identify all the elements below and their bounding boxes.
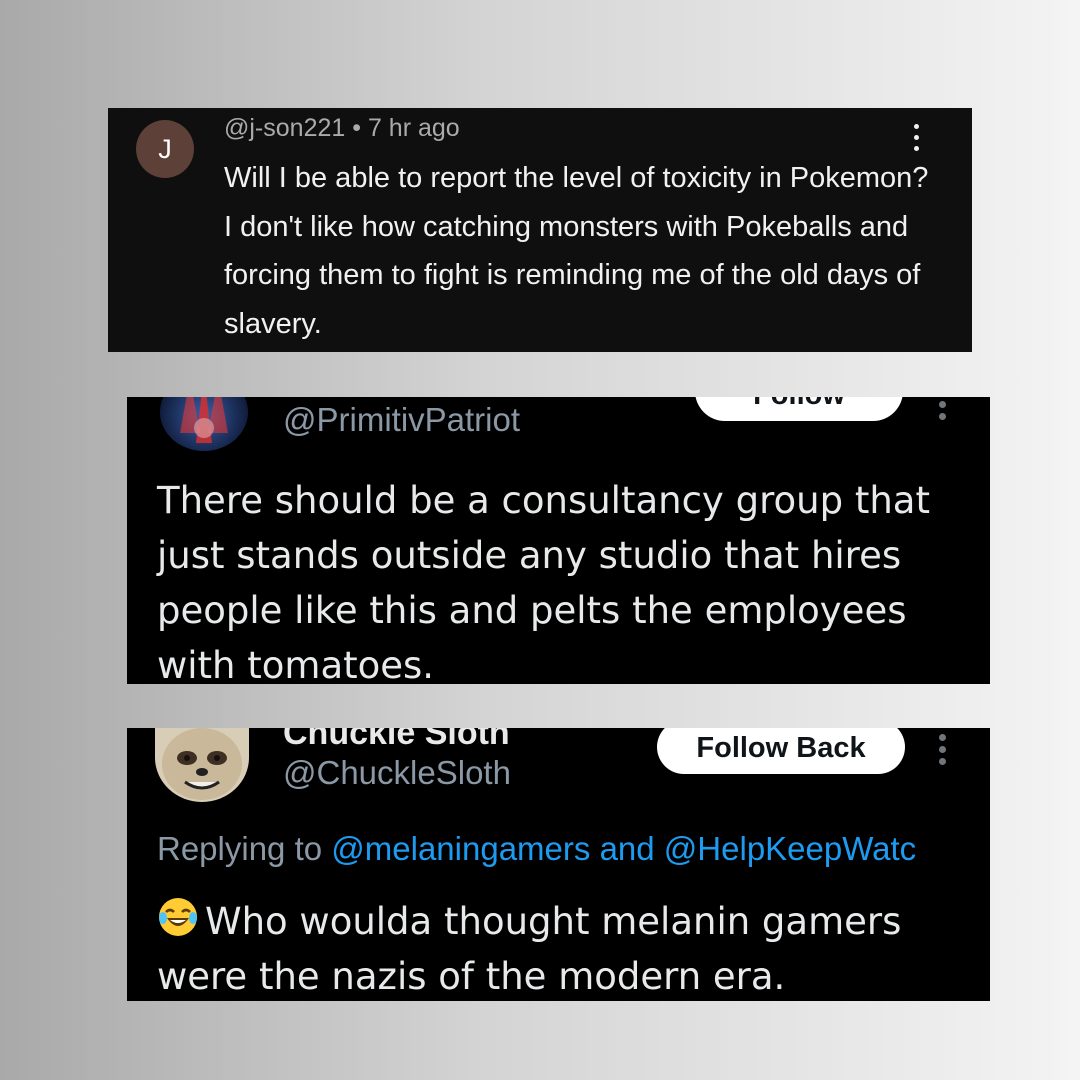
post-text-block: Who woulda thought melanin gamers were t… xyxy=(157,894,987,1001)
follow-button[interactable]: Follow xyxy=(695,397,903,421)
more-vertical-icon[interactable] xyxy=(937,397,947,425)
mention-melaningamers[interactable]: @melaningamers xyxy=(331,830,590,867)
user-handle[interactable]: @PrimitivPatriot xyxy=(283,401,520,439)
display-name[interactable]: Chuckle Sloth xyxy=(283,728,510,753)
laughing-tears-emoji-icon xyxy=(159,898,197,936)
x-post-primitivpatriot: @PrimitivPatriot Follow There should be … xyxy=(127,397,990,684)
avatar[interactable] xyxy=(155,728,249,802)
more-vertical-icon[interactable] xyxy=(937,734,947,770)
avatar[interactable] xyxy=(160,397,248,451)
mention-joiner: and xyxy=(599,830,655,867)
more-vertical-icon[interactable] xyxy=(904,124,928,158)
replying-prefix: Replying to xyxy=(157,830,323,867)
youtube-comment-panel: J @j-son221 • 7 hr ago Will I be able to… xyxy=(108,108,972,352)
comment-text: Will I be able to report the level of to… xyxy=(224,162,929,340)
meta-separator: • xyxy=(352,114,361,142)
commenter-avatar[interactable]: J xyxy=(136,120,194,178)
comment-time: 7 hr ago xyxy=(367,114,460,142)
mention-helpkeepwatch[interactable]: @HelpKeepWatc xyxy=(664,830,916,867)
post-text: Who woulda thought melanin gamers were t… xyxy=(157,900,902,998)
comment-meta: @j-son221 • 7 hr ago xyxy=(224,114,460,143)
commenter-handle[interactable]: @j-son221 xyxy=(224,114,345,142)
x-post-chucklesloth: Chuckle Sloth @ChuckleSloth Follow Back … xyxy=(127,728,990,1001)
post-text: There should be a consultancy group that… xyxy=(157,479,930,684)
user-handle[interactable]: @ChuckleSloth xyxy=(283,754,511,792)
follow-back-button[interactable]: Follow Back xyxy=(657,728,905,774)
replying-to-line: Replying to @melaningamers and @HelpKeep… xyxy=(157,830,916,868)
